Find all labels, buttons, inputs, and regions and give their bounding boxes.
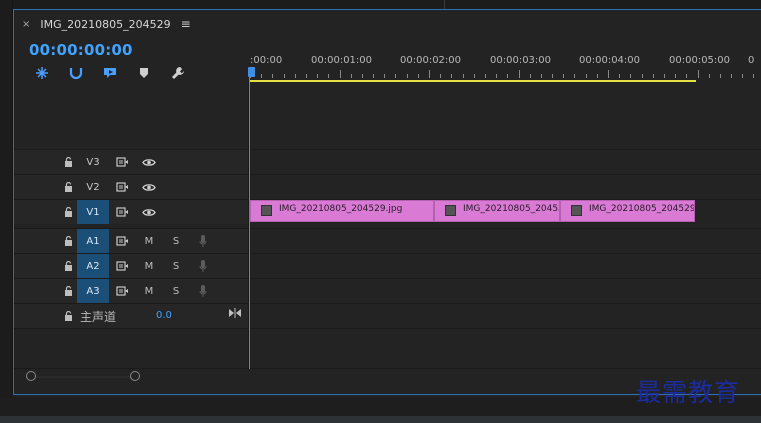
lock-icon[interactable] <box>60 308 76 324</box>
panel-menu-icon[interactable]: ≡ <box>181 17 191 31</box>
linked-selection-icon[interactable] <box>67 64 85 82</box>
track-name[interactable]: A1 <box>77 229 109 253</box>
sequence-tab[interactable]: × IMG_20210805_204529 ≡ <box>22 15 191 33</box>
ruler-label: 0 <box>748 55 755 66</box>
clip[interactable]: IMG_20210805_204529.j <box>560 200 695 222</box>
track-header: A3 M S <box>14 279 248 303</box>
sync-lock-icon[interactable] <box>114 233 130 249</box>
track-name[interactable]: V3 <box>77 150 109 174</box>
track-name[interactable]: A2 <box>77 254 109 278</box>
track-name[interactable]: V2 <box>77 175 109 199</box>
ruler-label: 00:00:03:00 <box>490 55 552 66</box>
lock-icon[interactable] <box>60 179 76 195</box>
solo-button[interactable]: S <box>168 258 184 274</box>
ruler-label: 00:00:02:00 <box>400 55 462 66</box>
ruler-label: 00:00:05:00 <box>669 55 731 66</box>
track-lane[interactable] <box>250 279 761 303</box>
microphone-icon[interactable] <box>195 233 211 249</box>
sequence-tab-label: IMG_20210805_204529 <box>40 17 171 31</box>
sync-lock-icon[interactable] <box>114 179 130 195</box>
fx-icon <box>261 205 272 216</box>
zoom-scrollbar[interactable] <box>31 376 135 378</box>
timeline-toolbar <box>33 64 203 82</box>
track-header: 主声道 0.0 <box>14 304 248 328</box>
playhead-line[interactable] <box>249 77 250 369</box>
track-a1: A1 M S <box>14 228 761 253</box>
track-v2: V2 <box>14 174 761 199</box>
track-name[interactable]: V1 <box>77 200 109 224</box>
track-header: A2 M S <box>14 254 248 278</box>
snap-icon[interactable] <box>33 64 51 82</box>
sync-lock-icon[interactable] <box>114 258 130 274</box>
top-strip <box>0 0 761 9</box>
track-header: A1 M S <box>14 229 248 253</box>
solo-button[interactable]: S <box>168 283 184 299</box>
watermark: 最需教育 <box>636 378 741 407</box>
lock-icon[interactable] <box>60 154 76 170</box>
clip[interactable]: IMG_20210805_204529.jpg <box>250 200 434 222</box>
track-header: V2 <box>14 175 248 199</box>
track-lane[interactable] <box>250 304 761 328</box>
track-lane[interactable] <box>250 254 761 278</box>
sync-lock-icon[interactable] <box>114 154 130 170</box>
master-volume-value[interactable]: 0.0 <box>156 310 172 321</box>
lock-icon[interactable] <box>60 233 76 249</box>
ruler-label: 00:00:04:00 <box>579 55 641 66</box>
wrench-icon[interactable] <box>169 64 187 82</box>
track-header: V3 <box>14 150 248 174</box>
track-lane[interactable] <box>250 175 761 199</box>
ruler-label: :00:00 <box>250 55 283 66</box>
ruler-label: 00:00:01:00 <box>311 55 373 66</box>
close-icon[interactable]: × <box>22 19 30 30</box>
clip-label: IMG_20210805_204529.jpg <box>279 204 403 214</box>
left-strip <box>0 0 13 397</box>
add-marker-icon[interactable] <box>101 64 119 82</box>
master-track-label: 主声道 <box>80 310 117 324</box>
eye-icon[interactable] <box>141 204 157 220</box>
zoom-handle-left[interactable] <box>26 371 36 381</box>
mute-button[interactable]: M <box>141 233 157 249</box>
timeline-panel: × IMG_20210805_204529 ≡ 00:00:00:00 :00:… <box>0 0 761 423</box>
clip-label: IMG_20210805_20452 <box>463 204 560 214</box>
track-a3: A3 M S <box>14 278 761 303</box>
lock-icon[interactable] <box>60 204 76 220</box>
fx-icon <box>445 205 456 216</box>
bottom-strip-2 <box>0 416 761 423</box>
track-lane[interactable] <box>250 150 761 174</box>
lock-icon[interactable] <box>60 283 76 299</box>
lock-icon[interactable] <box>60 258 76 274</box>
track-v3: V3 <box>14 149 761 174</box>
track-name[interactable]: A3 <box>77 279 109 303</box>
track-master: 主声道 0.0 <box>14 303 761 328</box>
microphone-icon[interactable] <box>195 283 211 299</box>
mute-button[interactable]: M <box>141 283 157 299</box>
clip-label: IMG_20210805_204529.j <box>589 204 695 214</box>
sync-lock-icon[interactable] <box>114 204 130 220</box>
microphone-icon[interactable] <box>195 258 211 274</box>
fx-icon <box>571 205 582 216</box>
track-empty-area <box>14 328 761 369</box>
playhead-handle[interactable] <box>248 67 255 77</box>
marker-icon[interactable] <box>135 64 153 82</box>
work-area-bar[interactable] <box>250 80 696 82</box>
clip[interactable]: IMG_20210805_20452 <box>434 200 560 222</box>
eye-icon[interactable] <box>141 179 157 195</box>
mute-button[interactable]: M <box>141 258 157 274</box>
playhead-timecode[interactable]: 00:00:00:00 <box>29 41 133 59</box>
sync-lock-icon[interactable] <box>114 283 130 299</box>
track-lane[interactable] <box>250 229 761 253</box>
solo-button[interactable]: S <box>168 233 184 249</box>
track-a2: A2 M S <box>14 253 761 278</box>
top-divider <box>444 0 445 9</box>
eye-icon[interactable] <box>141 154 157 170</box>
zoom-handle-right[interactable] <box>130 371 140 381</box>
go-to-end-icon[interactable] <box>229 308 241 321</box>
track-header: V1 <box>14 200 248 224</box>
